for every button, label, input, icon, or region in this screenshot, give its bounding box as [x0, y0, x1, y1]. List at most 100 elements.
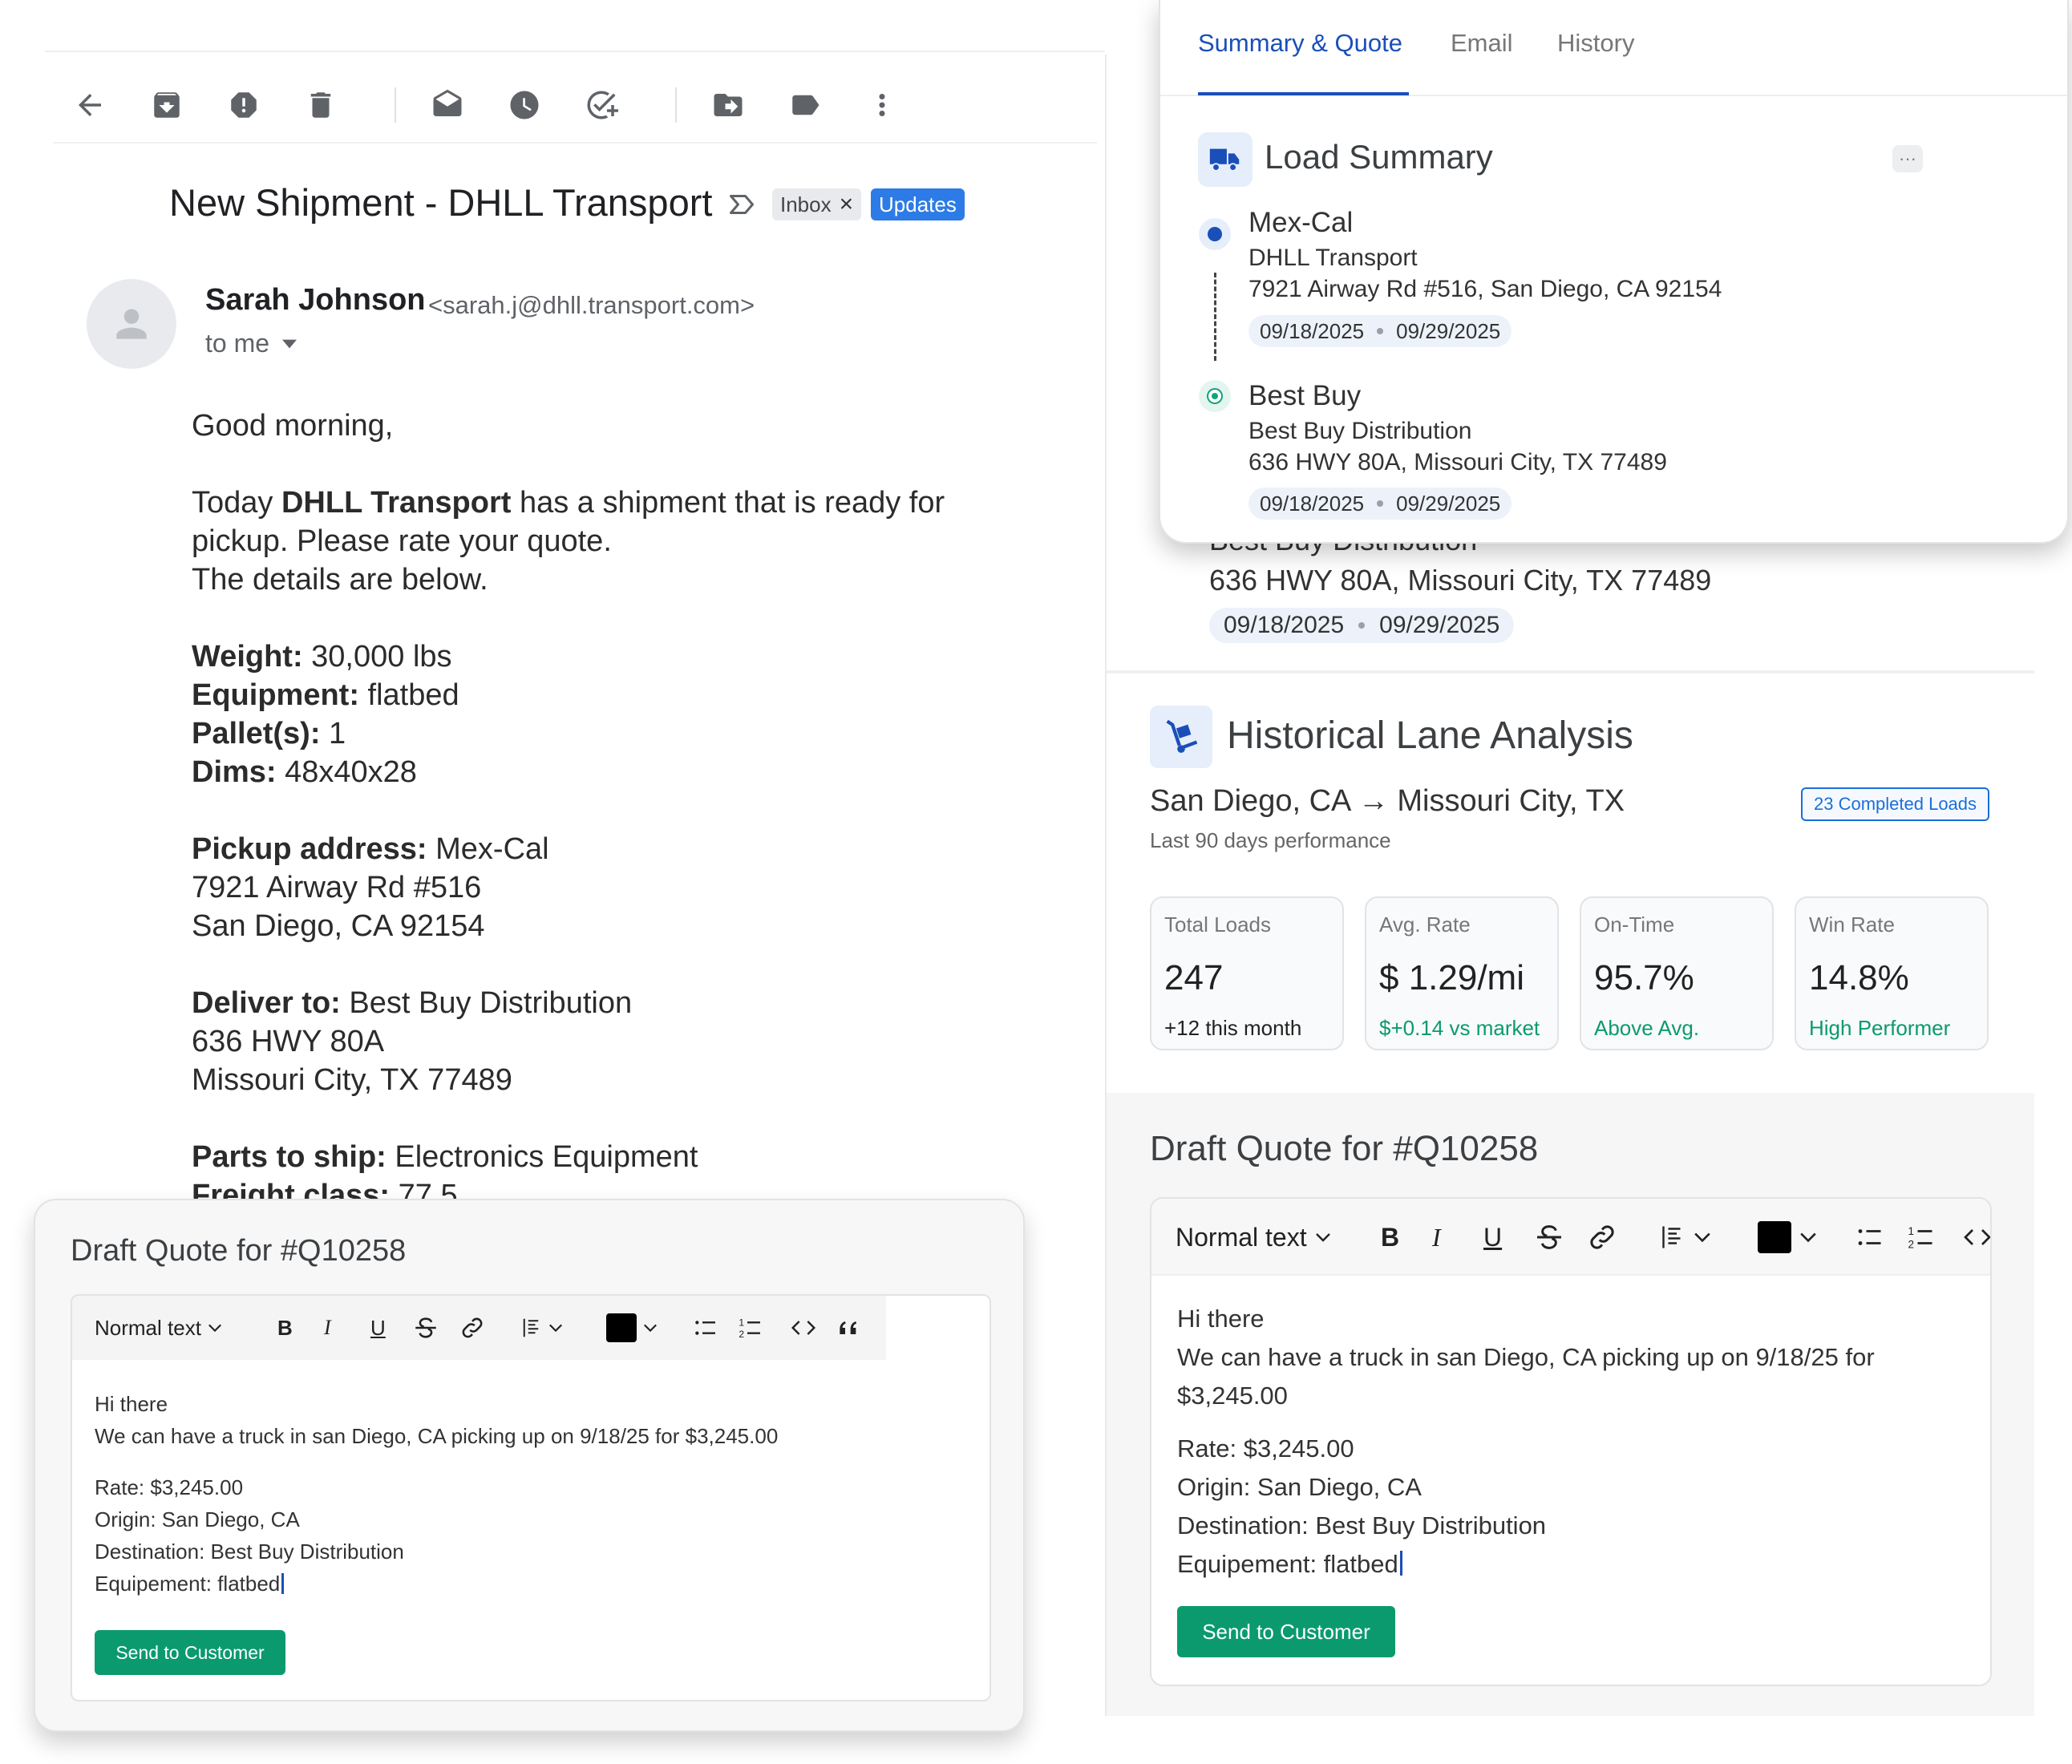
bullet-list-icon[interactable] — [1854, 1220, 1886, 1255]
draft-quote-editor[interactable]: Normal text B I U 1 2 Hi there We can ha… — [1150, 1197, 1992, 1686]
draft-line: We can have a truck in san Diego, CA pic… — [1177, 1343, 1875, 1371]
stat-card-on-time: On-Time 95.7% Above Avg. — [1580, 896, 1774, 1050]
underline-button[interactable]: U — [370, 1310, 386, 1345]
more-vert-icon[interactable] — [861, 84, 903, 126]
tab-summary-quote[interactable]: Summary & Quote — [1198, 29, 1402, 58]
person-icon — [116, 309, 147, 339]
recipient-dropdown[interactable]: to me — [205, 329, 297, 358]
editor-toolbar: Normal text B I U 1 2 — [72, 1296, 886, 1360]
code-icon[interactable] — [1961, 1220, 1990, 1255]
stat-value: 95.7% — [1594, 958, 1694, 997]
stat-sub: $+0.14 vs market — [1379, 1016, 1540, 1040]
close-icon[interactable]: × — [840, 191, 854, 218]
draft-quote-editor[interactable]: Normal text B I U 1 2 Hi there We can ha… — [71, 1294, 991, 1701]
draft-quote-section: Draft Quote for #Q10258 Normal text B I … — [1107, 1093, 2034, 1716]
delivery-name: Best Buy — [1248, 380, 1362, 411]
send-to-customer-button[interactable]: Send to Customer — [1177, 1606, 1395, 1657]
code-icon[interactable] — [789, 1310, 818, 1345]
delivery-address: 636 HWY 80A, Missouri City, TX 77489 — [1248, 449, 1667, 475]
text-style-dropdown[interactable]: Normal text — [95, 1310, 222, 1345]
text-color-dropdown[interactable] — [1758, 1220, 1817, 1255]
align-dropdown[interactable] — [1660, 1220, 1711, 1255]
tab-email[interactable]: Email — [1451, 29, 1513, 58]
italic-button[interactable]: I — [1432, 1220, 1441, 1255]
stat-card-avg-rate: Avg. Rate $ 1.29/mi $+0.14 vs market — [1365, 896, 1559, 1050]
email-body: Good morning, Today DHLL Transport has a… — [192, 407, 1042, 1248]
label-icon[interactable] — [784, 84, 826, 126]
text-color-dropdown[interactable] — [606, 1310, 658, 1345]
draft-line: We can have a truck in san Diego, CA pic… — [95, 1424, 779, 1448]
stat-sub: High Performer — [1809, 1016, 1951, 1040]
align-dropdown[interactable] — [521, 1310, 563, 1345]
truck-icon — [1198, 132, 1253, 187]
archive-icon[interactable] — [146, 84, 188, 126]
align-left-icon — [1662, 1226, 1681, 1248]
dot-separator — [1377, 500, 1384, 507]
draft-line: Origin: San Diego, CA — [1177, 1473, 1422, 1501]
body-greeting: Good morning, — [192, 409, 394, 443]
text-style-label: Normal text — [1176, 1222, 1307, 1252]
pickup-marker-icon — [1199, 218, 1231, 250]
label-updates[interactable]: Updates — [871, 188, 965, 220]
quote-icon[interactable] — [834, 1310, 863, 1345]
link-icon[interactable] — [457, 1310, 488, 1345]
text-style-dropdown[interactable]: Normal text — [1176, 1220, 1331, 1255]
link-icon[interactable] — [1584, 1220, 1620, 1255]
caret-down-icon — [282, 339, 297, 348]
date-start: 09/18/2025 — [1224, 612, 1345, 638]
svg-text:1: 1 — [739, 1317, 744, 1328]
bold-button[interactable]: B — [277, 1310, 293, 1345]
numbered-list-icon[interactable]: 12 — [1905, 1220, 1937, 1255]
move-to-icon[interactable] — [707, 84, 749, 126]
bold-button[interactable]: B — [1381, 1220, 1399, 1255]
send-to-customer-button[interactable]: Send to Customer — [95, 1630, 285, 1675]
arrow-back-icon[interactable] — [69, 84, 111, 126]
important-marker-icon[interactable] — [726, 190, 757, 219]
stat-label: On-Time — [1594, 912, 1675, 937]
stat-value: 247 — [1164, 958, 1224, 997]
strikethrough-icon[interactable] — [1532, 1220, 1567, 1255]
draft-line: Rate: $3,245.00 — [1177, 1434, 1354, 1463]
stat-sub: Above Avg. — [1594, 1016, 1700, 1040]
svg-text:2: 2 — [1908, 1239, 1915, 1251]
delivery-address: 636 HWY 80A, Missouri City, TX 77489 — [1209, 564, 1712, 597]
report-spam-icon[interactable] — [223, 84, 265, 126]
chevron-down-icon — [644, 1324, 657, 1333]
more-horiz-icon[interactable]: ··· — [1892, 145, 1923, 172]
email-subject: New Shipment - DHLL Transport — [169, 181, 713, 224]
svg-text:1: 1 — [1908, 1225, 1915, 1237]
label-inbox[interactable]: Inbox × — [772, 188, 862, 220]
avatar[interactable] — [87, 279, 176, 369]
text-cursor — [1399, 1551, 1402, 1576]
snooze-icon[interactable] — [504, 84, 545, 126]
label-inbox-text: Inbox — [780, 192, 832, 216]
draft-line: Hi there — [1177, 1305, 1265, 1333]
date-start: 09/18/2025 — [1260, 318, 1365, 343]
date-start: 09/18/2025 — [1260, 491, 1365, 516]
underline-button[interactable]: U — [1483, 1220, 1502, 1255]
delete-icon[interactable] — [300, 84, 342, 126]
chevron-down-icon — [1694, 1232, 1710, 1243]
numbered-list-icon[interactable]: 12 — [736, 1310, 765, 1345]
strikethrough-icon[interactable] — [411, 1310, 441, 1345]
toolbar-separator — [395, 87, 396, 123]
italic-button[interactable]: I — [324, 1310, 331, 1345]
stat-label: Total Loads — [1164, 912, 1271, 937]
draft-quote-text[interactable]: Hi there We can have a truck in san Dieg… — [95, 1388, 778, 1600]
bullet-list-icon[interactable] — [691, 1310, 720, 1345]
chevron-down-icon — [1800, 1232, 1816, 1243]
svg-text:2: 2 — [739, 1329, 744, 1340]
draft-quote-text[interactable]: Hi there We can have a truck in san Dieg… — [1177, 1300, 1971, 1584]
mark-unread-icon[interactable] — [427, 84, 468, 126]
date-end: 09/29/2025 — [1396, 318, 1501, 343]
sender-email: <sarah.j@dhll.transport.com> — [428, 291, 755, 319]
text-cursor — [281, 1573, 285, 1594]
align-left-icon — [523, 1318, 539, 1337]
draft-line-last: Equipement: flatbed — [1177, 1545, 1971, 1584]
tab-history[interactable]: History — [1557, 29, 1634, 58]
lane-subtitle: Last 90 days performance — [1150, 828, 1391, 852]
chevron-down-icon — [1315, 1233, 1330, 1242]
add-task-icon[interactable] — [581, 84, 622, 126]
draft-line: Destination: Best Buy Distribution — [95, 1539, 404, 1564]
toolbar-divider — [53, 142, 1097, 144]
